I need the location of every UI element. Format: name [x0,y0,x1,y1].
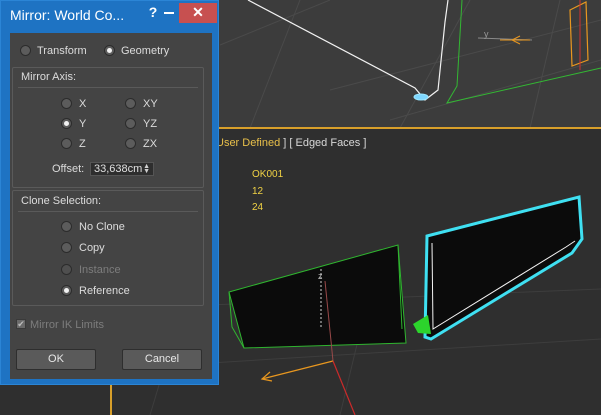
statistics-overlay: OK001 12 24 [252,167,283,217]
viewport-label-prefix[interactable]: User Defined [216,137,280,149]
mirror-axis-label: Mirror Axis: [21,71,76,83]
geometry-label[interactable]: Geometry [121,45,169,57]
cancel-button[interactable]: Cancel [122,349,202,370]
axis-zx-label[interactable]: ZX [143,138,157,150]
reference-label[interactable]: Reference [79,285,130,297]
stats-polys: 12 [252,185,264,197]
instance-label: Instance [79,264,121,276]
ok-button[interactable]: OK [16,349,96,370]
dialog-title: Mirror: World Co... [10,7,125,23]
axis-z-radio[interactable] [61,138,72,149]
clone-selection-label: Clone Selection: [21,195,102,207]
no-clone-label[interactable]: No Clone [79,221,125,233]
no-clone-radio[interactable] [61,221,72,232]
transform-label[interactable]: Transform [37,45,87,57]
help-button[interactable]: ? [145,4,161,22]
geometry-radio[interactable] [104,45,115,56]
mirror-dialog: Mirror: World Co... ? ✕ Transform Geomet… [0,0,219,385]
stats-verts: 24 [252,202,264,213]
axis-y-label[interactable]: Y [79,118,86,130]
dialog-body: Transform Geometry Mirror Axis: X Y Z XY… [10,33,212,379]
axis-yz-radio[interactable] [125,118,136,129]
axis-xy-radio[interactable] [125,98,136,109]
axis-y-radio[interactable] [61,118,72,129]
top-axis-label: y [484,29,489,39]
close-button[interactable]: ✕ [179,3,217,23]
mirror-ik-label: Mirror IK Limits [30,319,104,331]
copy-radio[interactable] [61,242,72,253]
offset-value[interactable]: 33,638cm [94,163,142,175]
offset-spinner[interactable]: 33,638cm ▲ ▼ [90,162,154,176]
spinner-arrows-icon[interactable]: ▲ ▼ [143,163,150,175]
axis-zx-radio[interactable] [125,138,136,149]
dialog-titlebar[interactable]: Mirror: World Co... ? ✕ [1,1,218,29]
axis-xy-label[interactable]: XY [143,98,158,110]
offset-label: Offset: [52,163,85,175]
minimize-button[interactable] [164,12,174,14]
bottom-axis-label: z [318,271,323,281]
axis-z-label[interactable]: Z [79,138,86,150]
copy-label[interactable]: Copy [79,242,105,254]
stats-object-name: OK001 [252,169,284,180]
axis-x-label[interactable]: X [79,98,86,110]
reference-radio[interactable] [61,285,72,296]
mirror-ik-checkbox: ✔ [16,319,26,329]
clone-selection-divider [18,211,198,212]
mirror-axis-divider [18,87,198,88]
instance-radio [61,264,72,275]
viewport-label[interactable]: User Defined ] [ Edged Faces ] [216,137,366,149]
axis-yz-label[interactable]: YZ [143,118,157,130]
app-stage: y z User Defined ] [ Edged Faces ] OK001… [0,0,601,415]
axis-x-radio[interactable] [61,98,72,109]
viewport-label-suffix[interactable]: ] [ Edged Faces ] [280,137,366,149]
transform-radio[interactable] [20,45,31,56]
